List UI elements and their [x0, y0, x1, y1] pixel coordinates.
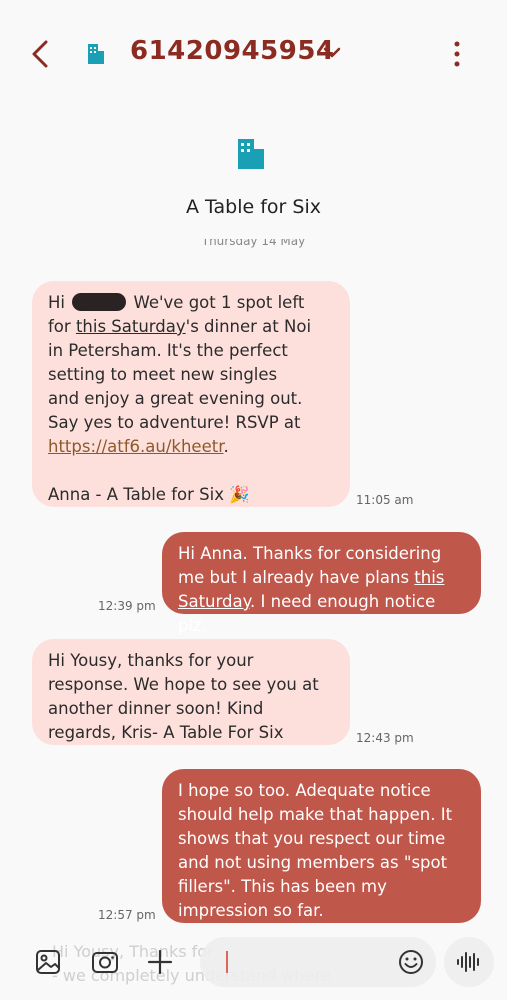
conversation-header: 61420945954	[0, 0, 507, 110]
more-vert-icon[interactable]	[446, 38, 468, 70]
message-timestamp: 12:57 pm	[98, 908, 156, 922]
outgoing-message-bubble[interactable]: Hi Anna. Thanks for considering me but I…	[162, 532, 481, 635]
message-timestamp: 11:05 am	[356, 493, 414, 507]
incoming-message-bubble[interactable]: Hi Yousy, thanks for your response. We h…	[32, 639, 350, 745]
message-timestamp: 12:43 pm	[356, 731, 414, 745]
redacted-name	[72, 293, 127, 311]
camera-icon[interactable]	[91, 948, 119, 976]
incoming-message-bubble[interactable]: Hi We've got 1 spot left for this Saturd…	[32, 281, 350, 507]
emoji-icon[interactable]	[397, 948, 425, 976]
text-caret	[226, 951, 228, 973]
voice-wave-icon	[457, 952, 479, 972]
rsvp-link[interactable]: https://atf6.au/kheetr	[48, 437, 223, 456]
plus-icon[interactable]	[146, 948, 174, 976]
gallery-icon[interactable]	[34, 948, 62, 976]
message-timestamp: 12:39 pm	[98, 599, 156, 613]
contact-number[interactable]: 61420945954	[130, 36, 335, 66]
date-link[interactable]: Saturday	[178, 592, 250, 611]
building-icon	[238, 139, 264, 169]
back-arrow-icon[interactable]	[26, 36, 58, 72]
date-separator: Thursday 14 May	[201, 239, 306, 248]
date-link[interactable]: this Saturday	[76, 317, 186, 336]
chevron-down-icon[interactable]	[322, 46, 342, 60]
outgoing-message-bubble[interactable]: I hope so too. Adequate notice should he…	[162, 769, 481, 923]
building-icon	[88, 44, 104, 64]
contact-name: A Table for Six	[186, 196, 321, 218]
date-link[interactable]: this	[414, 568, 444, 587]
voice-input-button[interactable]	[444, 937, 494, 987]
